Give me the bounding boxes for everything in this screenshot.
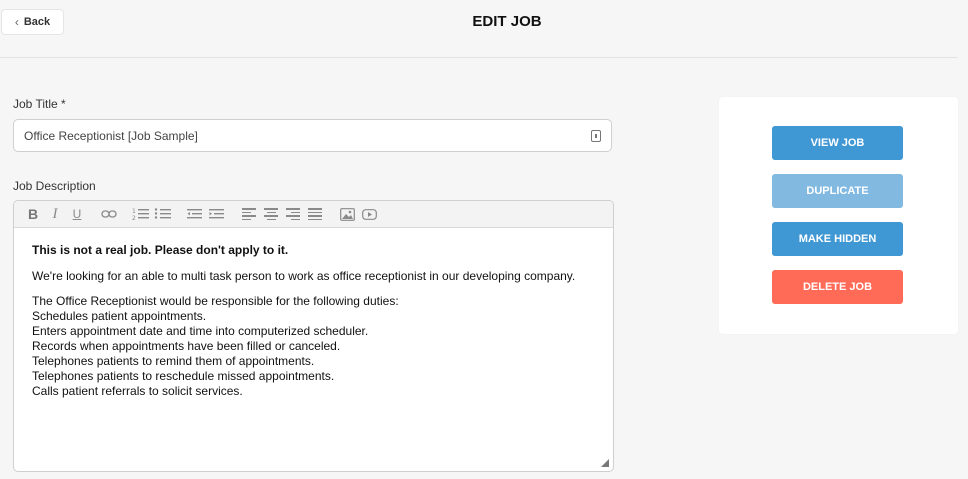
- duty-item: Records when appointments have been fill…: [32, 339, 341, 353]
- delete-job-button[interactable]: DELETE JOB: [772, 270, 903, 304]
- indent-icon[interactable]: [208, 205, 226, 223]
- job-title-label: Job Title *: [13, 97, 66, 111]
- link-icon[interactable]: [100, 205, 118, 223]
- duty-item: Enters appointment date and time into co…: [32, 324, 369, 338]
- align-right-icon[interactable]: [284, 205, 302, 223]
- header-divider: [0, 57, 958, 58]
- make-hidden-button[interactable]: MAKE HIDDEN: [772, 222, 903, 256]
- page-title: EDIT JOB: [472, 13, 542, 30]
- image-icon[interactable]: [338, 205, 356, 223]
- job-description-editor[interactable]: B I U 12 This is not a real job. Please …: [13, 200, 614, 472]
- duty-item: Calls patient referrals to solicit servi…: [32, 384, 243, 398]
- underline-icon[interactable]: U: [68, 205, 86, 223]
- duties-heading: The Office Receptionist would be respons…: [32, 294, 399, 308]
- job-description-label: Job Description: [13, 179, 96, 193]
- editor-toolbar: B I U 12: [14, 201, 613, 228]
- view-job-button[interactable]: VIEW JOB: [772, 126, 903, 160]
- bold-icon[interactable]: B: [24, 205, 42, 223]
- duplicate-button[interactable]: DUPLICATE: [772, 174, 903, 208]
- duty-item: Schedules patient appointments.: [32, 309, 207, 323]
- job-title-field[interactable]: [13, 119, 612, 152]
- actions-card: VIEW JOB DUPLICATE MAKE HIDDEN DELETE JO…: [719, 97, 958, 334]
- duty-item: Telephones patients to remind them of ap…: [32, 354, 315, 368]
- intro-text: We're looking for an able to multi task …: [32, 269, 576, 283]
- outdent-icon[interactable]: [186, 205, 204, 223]
- resize-handle-icon[interactable]: [601, 459, 609, 467]
- field-info-icon: [591, 129, 601, 142]
- bullet-list-icon[interactable]: [154, 205, 172, 223]
- align-left-icon[interactable]: [240, 205, 258, 223]
- ordered-list-icon[interactable]: 12: [132, 205, 150, 223]
- video-icon[interactable]: [360, 205, 378, 223]
- svg-text:1: 1: [132, 208, 136, 215]
- job-title-input[interactable]: [24, 128, 591, 143]
- justify-icon[interactable]: [306, 205, 324, 223]
- svg-text:2: 2: [132, 215, 136, 221]
- editor-content[interactable]: This is not a real job. Please don't app…: [14, 228, 613, 399]
- align-center-icon[interactable]: [262, 205, 280, 223]
- notice-text: This is not a real job. Please don't app…: [32, 243, 289, 257]
- duties-block: The Office Receptionist would be respons…: [32, 294, 595, 399]
- italic-icon[interactable]: I: [46, 205, 64, 223]
- duty-item: Telephones patients to reschedule missed…: [32, 369, 335, 383]
